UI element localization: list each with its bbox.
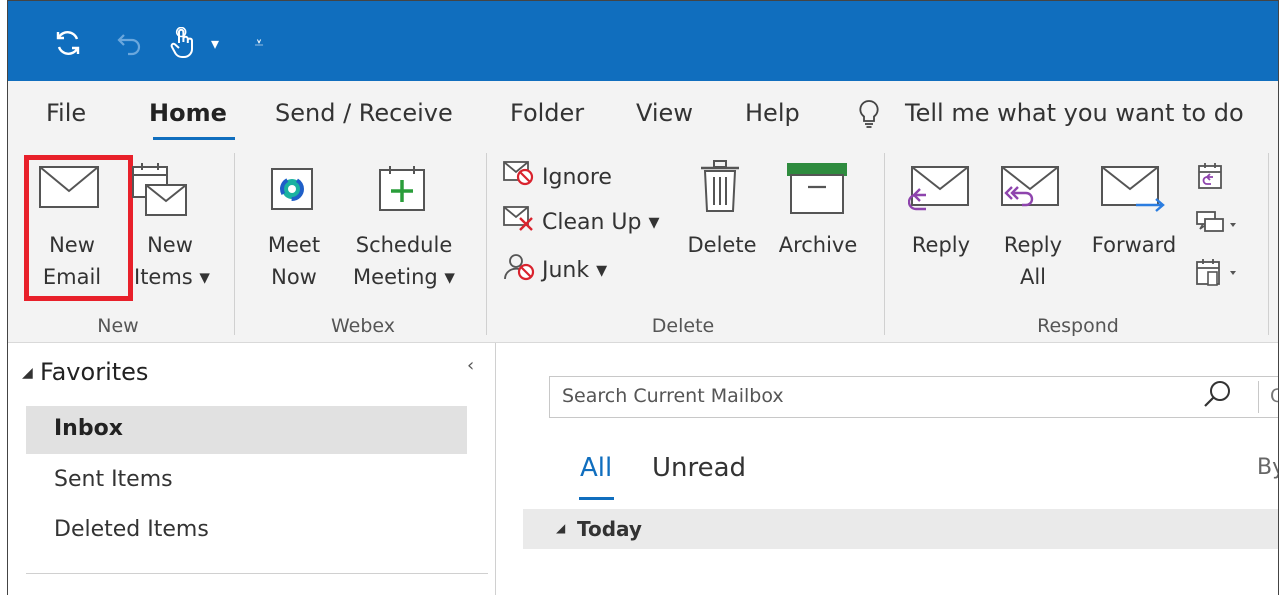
tell-me-search[interactable]: Tell me what you want to do <box>905 97 1244 129</box>
schedule-meeting-dropdown[interactable]: Meeting ▾ <box>346 263 462 291</box>
outlook-window: ▾ ⩡ File Home Send / Receive Folder View… <box>7 0 1279 595</box>
active-tab-indicator <box>153 137 235 140</box>
reply-all-button[interactable]: Reply <box>992 231 1074 259</box>
ignore-icon <box>502 159 542 196</box>
archive-button[interactable]: Archive <box>772 231 864 259</box>
tab-home[interactable]: Home <box>149 97 227 129</box>
reply-all-icon <box>998 165 1062 221</box>
ribbon-separator <box>486 153 487 335</box>
folder-inbox[interactable]: Inbox <box>54 414 123 444</box>
group-label-webex: Webex <box>330 315 396 337</box>
new-items-button[interactable]: Items ▾ <box>134 263 210 291</box>
search-icon[interactable] <box>1202 379 1234 415</box>
junk-label: Junk ▾ <box>542 257 608 283</box>
new-items-icon <box>130 161 192 225</box>
clean-up-label: Clean Up ▾ <box>542 209 660 235</box>
ignore-label: Ignore <box>542 164 612 190</box>
favorites-header[interactable]: Favorites <box>40 357 148 387</box>
favorites-collapse-icon[interactable]: ◢ <box>22 365 33 381</box>
im-reply-icon[interactable] <box>1194 209 1240 243</box>
archive-icon <box>786 162 848 220</box>
junk-icon <box>502 251 542 290</box>
forward-button[interactable]: Forward <box>1082 231 1186 259</box>
folder-sent-items[interactable]: Sent Items <box>54 465 173 495</box>
lightbulb-icon[interactable] <box>858 99 880 133</box>
clean-up-icon <box>502 204 542 241</box>
touch-mode-icon[interactable] <box>166 25 200 61</box>
search-divider <box>1258 381 1259 413</box>
group-label-respond: Respond <box>1037 315 1119 337</box>
collapse-pane-icon[interactable]: ‹ <box>467 355 474 376</box>
more-respond-icon[interactable] <box>1194 257 1240 291</box>
tab-send-receive[interactable]: Send / Receive <box>275 97 453 129</box>
tab-help[interactable]: Help <box>745 97 800 129</box>
sort-by-dropdown[interactable]: By <box>1257 453 1278 483</box>
group-label-delete: Delete <box>651 315 715 337</box>
undo-icon[interactable] <box>113 25 147 61</box>
ribbon-separator <box>884 153 885 335</box>
tab-folder[interactable]: Folder <box>510 97 584 129</box>
search-scope-dropdown[interactable]: C <box>1270 382 1278 410</box>
filter-all[interactable]: All <box>580 451 612 485</box>
schedule-meeting-icon <box>378 164 428 218</box>
new-email-button[interactable] <box>24 155 133 301</box>
junk-button[interactable]: Junk ▾ <box>502 251 607 290</box>
delete-button[interactable]: Delete <box>681 231 763 259</box>
meet-now-label-2[interactable]: Now <box>256 263 332 291</box>
group-label-new: New <box>97 315 139 337</box>
pane-splitter[interactable] <box>495 343 496 595</box>
reply-all-label-2[interactable]: All <box>992 263 1074 291</box>
meeting-reply-icon[interactable] <box>1196 161 1226 195</box>
schedule-meeting-button[interactable]: Schedule <box>346 231 462 259</box>
sync-icon[interactable] <box>48 25 88 61</box>
tab-view[interactable]: View <box>636 97 693 129</box>
folder-deleted-items[interactable]: Deleted Items <box>54 515 209 545</box>
customize-toolbar-icon[interactable]: ⩡ <box>248 25 270 61</box>
new-items-label[interactable]: New <box>134 231 206 259</box>
ribbon-separator <box>234 153 235 335</box>
search-placeholder: Search Current Mailbox <box>562 385 784 407</box>
folder-divider <box>26 573 488 574</box>
trash-icon <box>698 159 742 219</box>
reply-button[interactable]: Reply <box>900 231 982 259</box>
filter-unread[interactable]: Unread <box>652 451 746 485</box>
ignore-button[interactable]: Ignore <box>502 159 612 196</box>
group-header-today: Today <box>577 517 642 541</box>
forward-icon <box>1100 165 1168 221</box>
group-collapse-icon[interactable]: ◢ <box>556 521 565 535</box>
reply-icon <box>907 165 972 221</box>
webex-icon <box>270 167 314 215</box>
meet-now-button[interactable]: Meet <box>256 231 332 259</box>
clean-up-button[interactable]: Clean Up ▾ <box>502 204 660 241</box>
ribbon-separator <box>1268 153 1269 335</box>
touch-mode-dropdown[interactable]: ▾ <box>204 25 226 61</box>
filter-active-indicator <box>579 497 614 500</box>
tab-file[interactable]: File <box>46 97 86 129</box>
